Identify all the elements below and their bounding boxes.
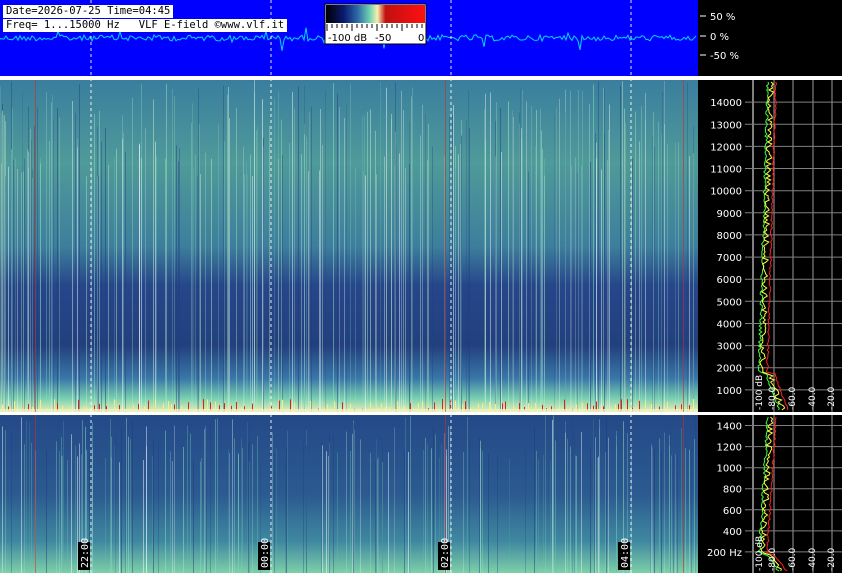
waveform-percent-label: -50 % xyxy=(710,51,739,62)
frequency-tick-label: 200 Hz xyxy=(707,548,742,559)
panel-separator xyxy=(0,412,842,415)
vlf-spectrogram-display: 22:00 00:00 02:00 04:00 1000 2000 3000 4000 500… xyxy=(0,0,842,573)
frequency-tick-label: 14000 xyxy=(710,98,742,109)
colorbar-tick-label: -50 xyxy=(375,33,391,44)
frequency-tick-label: 800 xyxy=(723,485,742,496)
time-marker: 00:00 xyxy=(258,538,271,570)
time-marker-label: 02:00 xyxy=(440,538,451,568)
colorbar-tick-label: 0 xyxy=(418,33,424,44)
db-scale-label: -60.0 xyxy=(788,386,798,410)
frequency-tick-label: 1000 xyxy=(717,386,742,397)
time-marker: 04:00 xyxy=(618,538,631,570)
frequency-tick-label: 3000 xyxy=(717,342,742,353)
colorbar-gradient xyxy=(326,5,425,23)
colorbar-tick-label: -100 dB xyxy=(328,33,367,44)
header-date-time: Date=2026-07-25 Time=04:45 xyxy=(3,5,174,18)
db-scale-label: -40.0 xyxy=(808,386,818,410)
frequency-tick-label: 9000 xyxy=(717,209,742,220)
frequency-tick-label: 6000 xyxy=(717,275,742,286)
frequency-tick-label: 1200 xyxy=(717,443,742,454)
db-scale-label: -20.0 xyxy=(827,547,837,571)
frequency-tick-label: 8000 xyxy=(717,231,742,242)
colorbar: -100 dB -50 0 xyxy=(324,3,427,45)
frequency-tick-label: 4000 xyxy=(717,320,742,331)
time-marker-label: 22:00 xyxy=(80,538,91,568)
db-scale-label: -80.0 xyxy=(768,386,778,410)
time-marker-label: 00:00 xyxy=(260,538,271,568)
frequency-tick-label: 5000 xyxy=(717,297,742,308)
db-scale-label: -40.0 xyxy=(808,547,818,571)
waveform-percent-label: 0 % xyxy=(710,32,729,43)
db-scale-label: -20.0 xyxy=(827,386,837,410)
frequency-tick-label: 7000 xyxy=(717,253,742,264)
frequency-tick-label: 11000 xyxy=(710,165,742,176)
db-scale-label: -60.0 xyxy=(788,547,798,571)
frequency-tick-label: 1400 xyxy=(717,422,742,433)
time-marker-label: 04:00 xyxy=(620,538,631,568)
frequency-tick-label: 12000 xyxy=(710,142,742,153)
db-scale-label: -80.0 xyxy=(768,547,778,571)
time-marker: 02:00 xyxy=(438,538,451,570)
frequency-tick-label: 13000 xyxy=(710,120,742,131)
time-marker: 22:00 xyxy=(78,538,91,570)
frequency-tick-label: 600 xyxy=(723,506,742,517)
panel-separator xyxy=(0,76,842,80)
frequency-tick-label: 400 xyxy=(723,527,742,538)
frequency-tick-label: 2000 xyxy=(717,364,742,375)
db-scale-label: -100 dB xyxy=(755,536,765,571)
waveform-percent-label: 50 % xyxy=(710,12,735,23)
header-frequency-info: Freq= 1...15000 Hz VLF E-field ©www.vlf.… xyxy=(3,19,288,32)
spectrogram-canvas: 22:00 00:00 02:00 04:00 1000200030004000500… xyxy=(0,0,842,573)
db-scale-label: -100 dB xyxy=(755,375,765,410)
frequency-tick-label: 1000 xyxy=(717,464,742,475)
frequency-tick-label: 10000 xyxy=(710,187,742,198)
